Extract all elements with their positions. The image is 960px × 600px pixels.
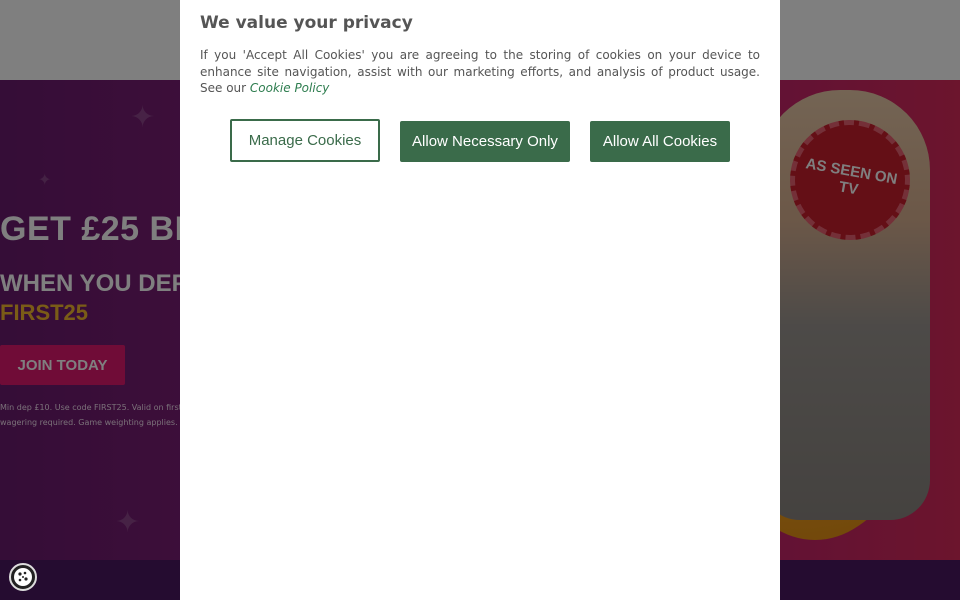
modal-body: If you 'Accept All Cookies' you are agre… bbox=[200, 47, 760, 97]
modal-button-row: Manage Cookies Allow Necessary Only Allo… bbox=[230, 119, 730, 162]
allow-necessary-button[interactable]: Allow Necessary Only bbox=[400, 121, 570, 162]
cookie-glyph bbox=[14, 568, 32, 586]
manage-cookies-button[interactable]: Manage Cookies bbox=[230, 119, 380, 162]
cookie-policy-link[interactable]: Cookie Policy bbox=[250, 81, 330, 95]
modal-title: We value your privacy bbox=[200, 13, 413, 33]
cookie-consent-modal: We value your privacy If you 'Accept All… bbox=[180, 0, 780, 600]
allow-all-cookies-button[interactable]: Allow All Cookies bbox=[590, 121, 730, 162]
cookie-icon[interactable] bbox=[9, 563, 37, 591]
